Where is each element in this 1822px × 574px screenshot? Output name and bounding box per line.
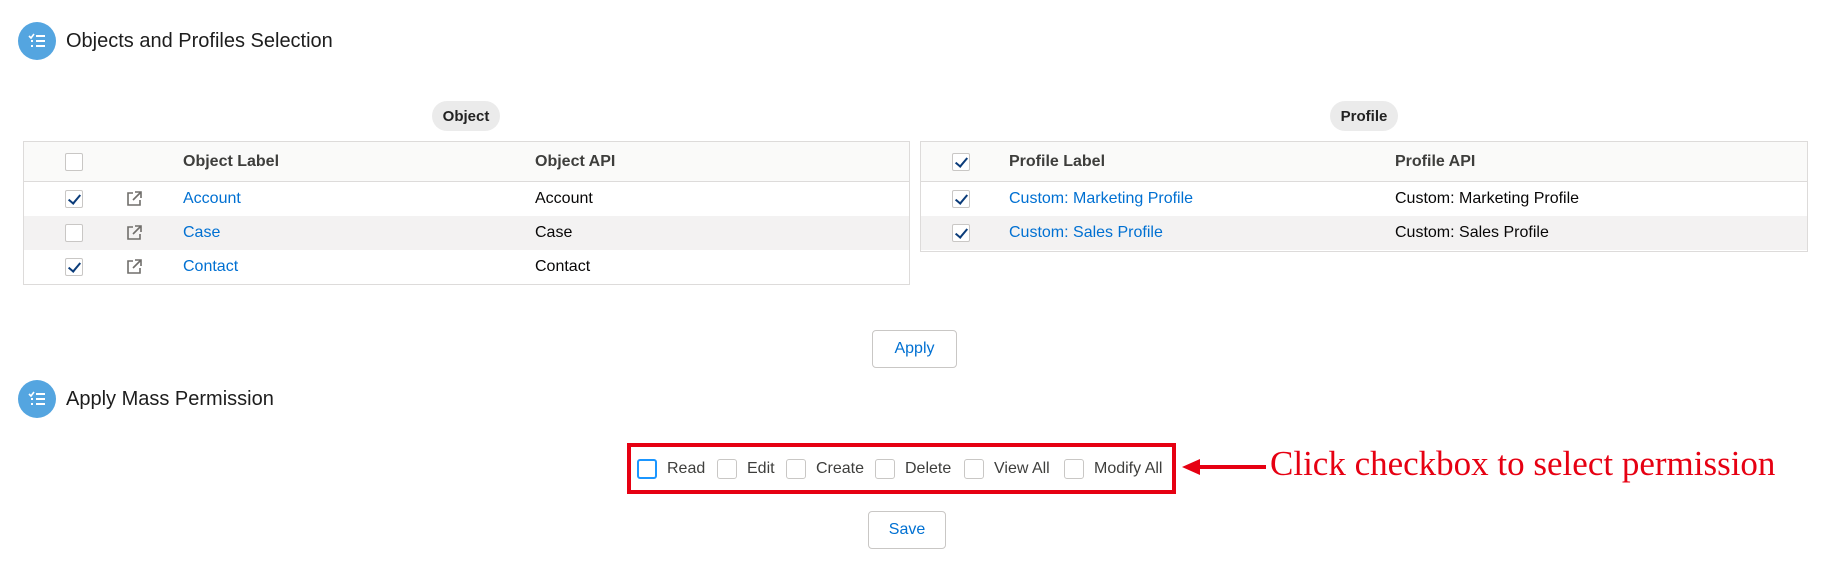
object-api: Contact (535, 258, 591, 275)
section-title: Apply Mass Permission (66, 387, 274, 410)
permission-label: Read (667, 459, 706, 477)
table-row: Custom: Marketing Profile Custom: Market… (921, 182, 1807, 216)
profile-label-link[interactable]: Custom: Marketing Profile (1009, 182, 1193, 216)
objects-profiles-header: Objects and Profiles Selection (18, 22, 333, 60)
row-checkbox[interactable] (65, 258, 83, 276)
annotation-arrow-icon (1182, 459, 1266, 475)
column-header-object-label[interactable]: Object Label (183, 142, 279, 182)
permission-modify-all[interactable]: Modify All (1064, 447, 1162, 490)
table-row: Account Account (24, 182, 909, 216)
row-checkbox[interactable] (952, 224, 970, 242)
object-label-link[interactable]: Case (183, 216, 220, 250)
permission-label: View All (994, 459, 1050, 477)
modify-all-checkbox[interactable] (1064, 458, 1084, 479)
permission-label: Modify All (1094, 459, 1163, 477)
read-checkbox[interactable] (637, 458, 657, 479)
row-checkbox[interactable] (65, 224, 83, 242)
profile-api: Custom: Marketing Profile (1395, 190, 1580, 207)
select-all-profiles-checkbox[interactable] (952, 153, 970, 171)
external-link-icon[interactable] (125, 258, 143, 276)
column-header-object-api[interactable]: Object API (535, 142, 615, 182)
select-all-objects-checkbox[interactable] (65, 153, 83, 171)
table-row: Custom: Sales Profile Custom: Sales Prof… (921, 216, 1807, 250)
permission-label: Edit (747, 459, 775, 477)
annotation-text: Click checkbox to select permission (1270, 444, 1776, 483)
task-list-icon (18, 380, 56, 418)
create-checkbox[interactable] (786, 458, 806, 479)
profile-pill: Profile (1330, 101, 1398, 131)
section-title: Objects and Profiles Selection (66, 29, 333, 52)
profile-label-link[interactable]: Custom: Sales Profile (1009, 216, 1163, 250)
object-api: Case (535, 224, 573, 241)
save-button[interactable]: Save (868, 511, 946, 549)
mass-permission-header: Apply Mass Permission (18, 380, 274, 418)
table-row: Contact Contact (24, 250, 909, 284)
column-header-profile-api[interactable]: Profile API (1395, 142, 1475, 182)
external-link-icon[interactable] (125, 224, 143, 242)
row-checkbox[interactable] (65, 190, 83, 208)
permission-create[interactable]: Create (786, 447, 864, 490)
permission-label: Create (816, 459, 865, 477)
table-header: Profile Label Profile API (921, 142, 1807, 182)
apply-button[interactable]: Apply (872, 330, 957, 368)
row-checkbox[interactable] (952, 190, 970, 208)
object-pill: Object (432, 101, 500, 131)
view-all-checkbox[interactable] (964, 458, 984, 479)
profile-api: Custom: Sales Profile (1395, 224, 1549, 241)
task-list-icon (18, 22, 56, 60)
object-api: Account (535, 190, 593, 207)
permission-view-all[interactable]: View All (964, 447, 1050, 490)
object-label-link[interactable]: Contact (183, 250, 238, 284)
delete-checkbox[interactable] (875, 458, 895, 479)
permission-edit[interactable]: Edit (717, 447, 775, 490)
object-label-link[interactable]: Account (183, 182, 241, 216)
permission-read[interactable]: Read (637, 447, 705, 490)
object-table: Object Label Object API Account Account … (23, 141, 910, 285)
column-header-profile-label[interactable]: Profile Label (1009, 142, 1105, 182)
profile-table: Profile Label Profile API Custom: Market… (920, 141, 1808, 252)
table-row: Case Case (24, 216, 909, 250)
permission-checkbox-group: Read Edit Create Delete View All Modify … (627, 443, 1176, 494)
table-header: Object Label Object API (24, 142, 909, 182)
external-link-icon[interactable] (125, 190, 143, 208)
edit-checkbox[interactable] (717, 458, 737, 479)
permission-label: Delete (905, 459, 952, 477)
permission-delete[interactable]: Delete (875, 447, 951, 490)
